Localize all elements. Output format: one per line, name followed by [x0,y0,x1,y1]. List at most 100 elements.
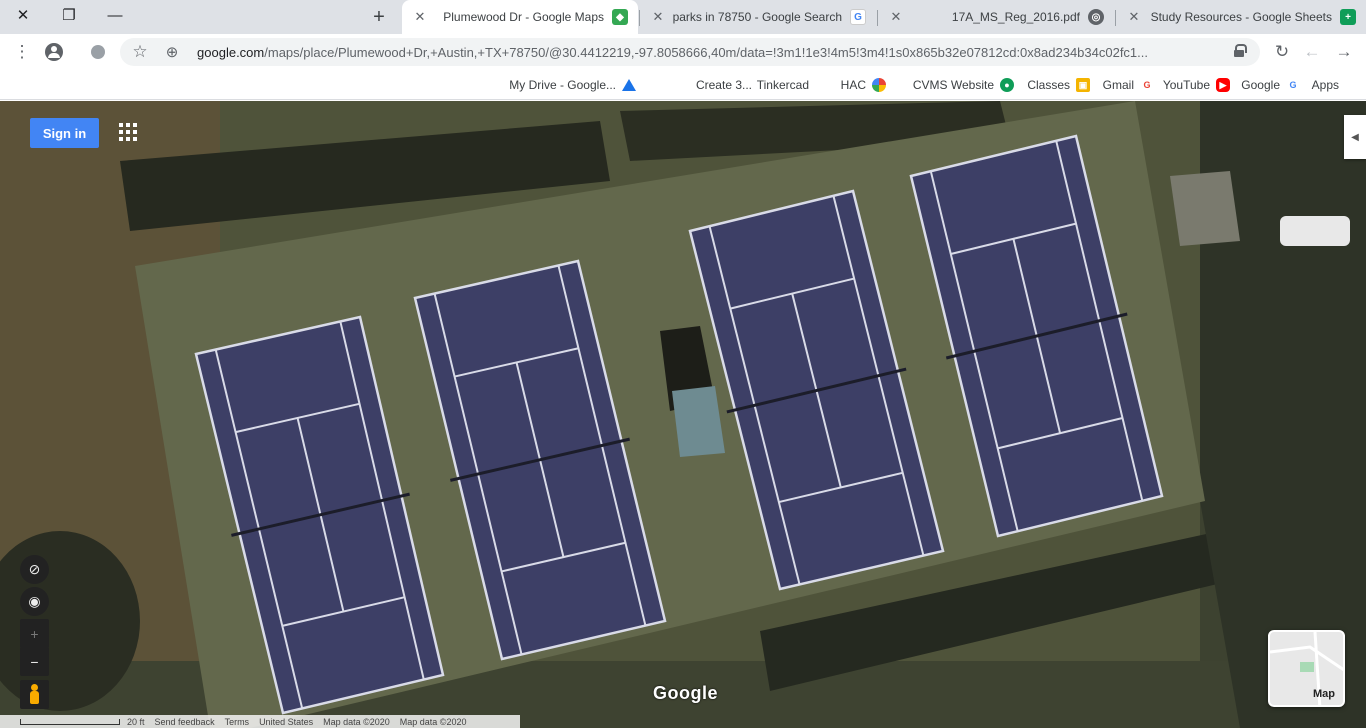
bookmark-my-drive[interactable]: My Drive - Google... [509,76,636,94]
browser-toolbar: ⋮ ☆ ⊕ google.com/maps/place/Plumewood+Dr… [0,34,1366,70]
tab-close-icon[interactable]: ✕ [650,9,666,25]
bookmark-label: HAC [840,78,866,92]
globe-icon: ◎ [1088,9,1104,25]
pegman-body [30,691,39,704]
sign-in-button[interactable]: Sign in [30,118,99,148]
url-text[interactable]: google.com/maps/place/Plumewood+Dr,+Aust… [197,45,1148,60]
zoom-in-button[interactable]: + [20,619,49,648]
bookmark-label: YouTube [1162,78,1210,92]
drive-icon [622,79,636,91]
sheets-icon: + [1340,9,1356,25]
tab-google-sheets[interactable]: + Study Resources - Google Sheets ✕ [1116,0,1366,34]
close-icon: ✕ [16,7,30,24]
terms-link[interactable]: Terms [220,717,255,727]
more-vert-icon: ⋮ [13,42,31,61]
map-data-label-2: Map data ©2020 [399,716,467,727]
bookmark-gmail[interactable]: Gmail G [1103,76,1154,94]
bookmark-create[interactable]: Create 3... [696,76,752,94]
back-arrow-icon: → [1335,42,1353,61]
gmail-icon: G [1140,78,1154,92]
bookmark-classes[interactable]: Classes ▣ [1027,76,1090,94]
plus-icon: + [30,625,39,642]
pegman-icon [31,684,38,691]
tab-close-icon[interactable]: ✕ [888,9,904,25]
bookmark-tinkercad[interactable]: Tinkercad [757,76,828,94]
new-tab-button[interactable]: + [366,4,392,30]
bookmarks-bar: Apps Google G YouTube ▶ Gmail G Classes … [0,70,1366,100]
bookmark-label: Create 3... [695,78,752,92]
scale-label[interactable]: 20 ft [122,717,150,727]
map-canvas[interactable]: Sign in ◀ ⊘ ◉ + − Map Google 20 ft Send … [0,101,1366,728]
scale-bar[interactable] [20,719,120,725]
google-icon: G [850,9,866,25]
bookmark-label: Tinkercad [756,78,809,92]
bookmark-label: Google [1241,78,1280,92]
apps-icon [1345,80,1356,91]
profile-icon [45,43,63,61]
collapse-side-panel-button[interactable]: ◀ [1344,115,1366,159]
tinkercad-icon [815,79,828,92]
cvms-icon: ● [1000,78,1014,92]
tab-google-maps[interactable]: ◆ Plumewood Dr - Google Maps ✕ [402,0,638,34]
extension-icon [91,45,105,59]
back-button[interactable]: → [1330,38,1358,66]
tab-title: 17A_MS_Reg_2016.pdf [951,10,1080,24]
add-button[interactable]: ⊕ [158,38,186,66]
minimap-label: Map [1313,688,1335,700]
tab-title: Plumewood Dr - Google Maps [443,10,604,24]
bookmark-cvms[interactable]: CVMS Website ● [913,76,1014,94]
zoom-out-button[interactable]: − [20,647,49,676]
google-logo: Google [653,683,718,703]
minimize-icon: — [107,6,123,24]
address-bar[interactable]: ☆ ⊕ google.com/maps/place/Plumewood+Dr,+… [120,38,1260,66]
extension-button[interactable] [84,38,112,66]
forward-button[interactable]: ← [1298,38,1326,66]
tab-strip: ✕ ❐ — + ◆ Plumewood Dr - Google Maps ✕ G… [0,0,1366,34]
tab-close-icon[interactable]: ✕ [412,9,428,25]
bookmark-label: Apps [1311,78,1339,92]
profile-button[interactable] [40,38,68,66]
close-window-button[interactable]: ✕ [0,0,46,30]
bookmark-label: CVMS Website [912,78,994,92]
bookmark-google[interactable]: Google G [1241,76,1300,94]
send-feedback-link[interactable]: Send feedback [150,717,220,727]
reload-button[interactable]: ↻ [1268,38,1296,66]
country-label[interactable]: United States [254,717,318,727]
google-icon: G [1286,78,1300,92]
bookmark-star-button[interactable]: ☆ [126,38,154,66]
add-circle-icon: ⊕ [165,44,179,61]
minimize-window-button[interactable]: — [92,0,138,30]
bookmark-youtube[interactable]: YouTube ▶ [1163,76,1230,94]
my-location-button[interactable]: ◉ [20,587,49,616]
lock-icon[interactable] [1234,44,1247,57]
tab-google-search[interactable]: G parks in 78750 - Google Search ✕ [640,0,876,34]
maximize-icon: ❐ [62,7,76,24]
menu-button[interactable]: ⋮ [8,38,36,66]
hac-icon [872,78,886,92]
tab-close-icon[interactable]: ✕ [1126,9,1142,25]
bookmark-label: Gmail [1102,78,1134,92]
map-layer-switcher[interactable]: Map [1268,630,1345,707]
map-data-label: Map data ©2020 [323,716,390,727]
location-icon: ◉ [28,593,41,609]
maps-icon: ◆ [612,9,628,25]
compass-button[interactable]: ⊘ [20,555,49,584]
bookmark-label: Classes [1027,78,1070,92]
street-view-pegman[interactable] [20,680,49,709]
maximize-window-button[interactable]: ❐ [46,0,92,30]
bookmark-apps[interactable]: Apps [1312,76,1356,94]
reload-icon: ↻ [1274,42,1290,61]
tab-title: parks in 78750 - Google Search [672,10,842,24]
bookmark-label: My Drive - Google... [509,78,616,92]
forward-arrow-icon: ← [1303,42,1321,61]
bookmark-hac[interactable]: HAC [841,76,886,94]
compass-icon: ⊘ [28,561,41,577]
map-footer: 20 ft Send feedback Terms United States … [0,715,520,728]
url-path: /maps/place/Plumewood+Dr,+Austin,+TX+787… [264,45,1148,60]
tab-pdf[interactable]: ◎ 17A_MS_Reg_2016.pdf ✕ [878,0,1114,34]
url-host: google.com [197,45,265,60]
satellite-imagery[interactable] [0,101,1366,728]
tab-title: Study Resources - Google Sheets [1150,10,1332,24]
google-apps-icon[interactable] [119,123,137,141]
classes-icon: ▣ [1076,78,1090,92]
